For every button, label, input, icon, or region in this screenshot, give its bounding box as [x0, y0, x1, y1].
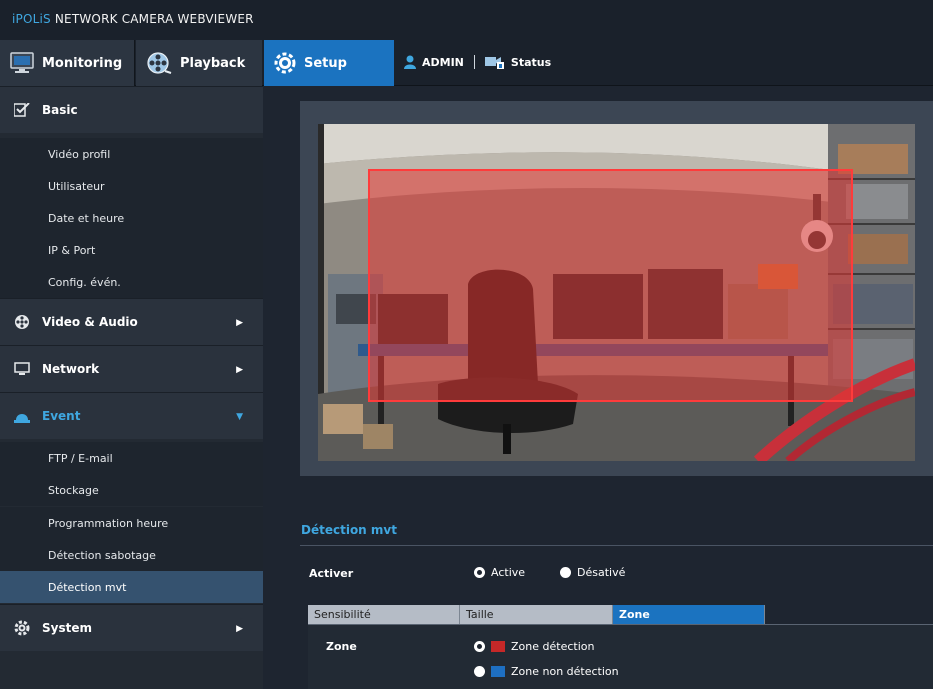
user-status-bar: ADMIN Status [404, 55, 551, 69]
sidebar-category-basic-label: Basic [42, 103, 78, 117]
activer-label: Activer [309, 567, 354, 580]
gear-icon [274, 52, 296, 74]
nav-divider [473, 55, 475, 69]
sidebar-category-event-label: Event [42, 409, 81, 423]
tab-monitoring-label: Monitoring [42, 55, 123, 71]
status-link[interactable]: Status [511, 56, 551, 69]
radio-zone-non-detection-indicator[interactable] [474, 666, 485, 677]
radio-option-desactive[interactable]: Désativé [560, 566, 625, 579]
sidebar-item-utilisateur[interactable]: Utilisateur [0, 170, 263, 202]
top-nav: Monitoring Playback Setup ADMIN Status [0, 40, 933, 86]
title-bar: iPOLiS NETWORK CAMERA WEBVIEWER [0, 0, 933, 40]
tab-monitoring[interactable]: Monitoring [0, 40, 135, 86]
detection-zone-area[interactable] [368, 169, 853, 402]
alarm-bell-icon [14, 409, 30, 423]
checklist-icon [14, 103, 30, 117]
tab-sensibilite[interactable]: Sensibilité [308, 605, 460, 624]
film-reel-icon [14, 314, 30, 330]
sidebar-category-video-audio[interactable]: Video & Audio ▶ [0, 298, 263, 345]
radio-zone-detection-label: Zone détection [511, 640, 595, 653]
camera-scene [318, 124, 915, 461]
sidebar-category-network-label: Network [42, 362, 100, 376]
tab-setup[interactable]: Setup [264, 40, 394, 86]
film-reel-icon [146, 51, 172, 75]
app-title: iPOLiS NETWORK CAMERA WEBVIEWER [12, 12, 254, 26]
tab-playback-label: Playback [180, 55, 246, 71]
sidebar-category-video-audio-label: Video & Audio [42, 315, 138, 329]
monitor-icon [14, 362, 30, 376]
sidebar-item-date-heure[interactable]: Date et heure [0, 202, 263, 234]
sidebar-item-video-profil[interactable]: Vidéo profil [0, 138, 263, 170]
sidebar-item-programmation-heure[interactable]: Programmation heure [0, 507, 263, 539]
chevron-right-icon: ▶ [236, 365, 243, 375]
section-divider [300, 545, 933, 546]
chevron-right-icon: ▶ [236, 624, 243, 634]
radio-desactive-label: Désativé [577, 566, 626, 579]
user-icon [404, 55, 416, 69]
status-camera-icon [484, 55, 505, 69]
tab-zone[interactable]: Zone [613, 605, 765, 624]
detection-zone-swatch [491, 641, 505, 652]
monitor-icon [10, 52, 34, 74]
non-detection-zone-swatch [491, 666, 505, 677]
tab-setup-label: Setup [304, 55, 347, 71]
webviewer-app: iPOLiS NETWORK CAMERA WEBVIEWER Monitori… [0, 0, 933, 689]
sidebar: Basic Vidéo profil Utilisateur Date et h… [0, 86, 263, 689]
radio-active-label: Active [491, 566, 526, 579]
sidebar-item-detection-mvt[interactable]: Détection mvt [0, 571, 263, 603]
gear-icon [14, 620, 30, 636]
tab-taille[interactable]: Taille [460, 605, 613, 624]
radio-option-zone-detection[interactable]: Zone détection [474, 640, 594, 653]
brand-title-text: NETWORK CAMERA WEBVIEWER [50, 12, 254, 26]
chevron-right-icon: ▶ [236, 318, 243, 328]
radio-zone-detection-indicator[interactable] [474, 641, 485, 652]
sidebar-item-ip-port[interactable]: IP & Port [0, 234, 263, 266]
sidebar-item-ftp-email[interactable]: FTP / E-mail [0, 442, 263, 474]
sidebar-category-system-label: System [42, 621, 92, 635]
sidebar-item-detection-sabotage[interactable]: Détection sabotage [0, 539, 263, 571]
zone-panel [308, 625, 933, 689]
section-title: Détection mvt [301, 523, 397, 537]
sidebar-category-system[interactable]: System ▶ [0, 604, 263, 651]
radio-desactive-indicator[interactable] [560, 567, 571, 578]
zone-label: Zone [326, 640, 357, 653]
sidebar-category-network[interactable]: Network ▶ [0, 345, 263, 392]
sidebar-category-basic[interactable]: Basic [0, 86, 263, 133]
chevron-down-icon: ▼ [236, 412, 243, 422]
user-name[interactable]: ADMIN [422, 56, 464, 69]
radio-option-active[interactable]: Active [474, 566, 525, 579]
camera-live-view[interactable] [318, 124, 915, 461]
sidebar-item-config-even[interactable]: Config. évén. [0, 266, 263, 298]
radio-active-indicator[interactable] [474, 567, 485, 578]
brand-logo-text: iPOLiS [12, 12, 51, 26]
radio-option-zone-non-detection[interactable]: Zone non détection [474, 665, 619, 678]
motion-settings-tabs: Sensibilité Taille Zone [308, 605, 765, 624]
radio-zone-non-detection-label: Zone non détection [511, 665, 619, 678]
tab-playback[interactable]: Playback [136, 40, 262, 86]
sidebar-category-event[interactable]: Event ▼ [0, 392, 263, 439]
sidebar-item-stockage[interactable]: Stockage [0, 474, 263, 506]
